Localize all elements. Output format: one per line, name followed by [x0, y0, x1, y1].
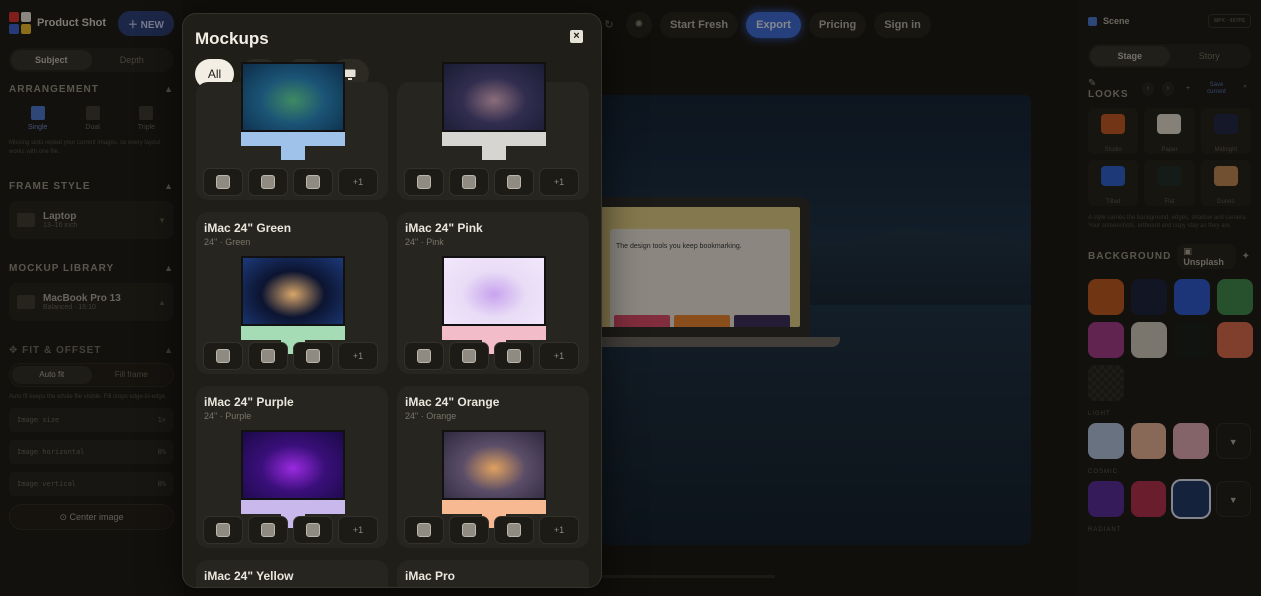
- color-variant-button[interactable]: [293, 516, 333, 544]
- color-variant-button[interactable]: [449, 168, 489, 196]
- color-variant-button[interactable]: [494, 168, 534, 196]
- color-variant-button[interactable]: [248, 168, 288, 196]
- color-swatch-icon: [507, 175, 521, 189]
- color-variant-button[interactable]: [404, 516, 444, 544]
- mockup-subtitle: 24" · Purple: [204, 411, 252, 421]
- mockup-name: iMac 24" Yellow: [204, 569, 294, 583]
- mockup-card[interactable]: +1: [397, 62, 589, 200]
- imac-chin: [442, 326, 546, 340]
- color-variant-button[interactable]: [203, 168, 243, 196]
- imac-preview: [241, 62, 345, 160]
- color-variant-button[interactable]: [494, 516, 534, 544]
- imac-screen: [241, 62, 345, 132]
- color-variants: +1: [203, 516, 378, 544]
- color-variant-button[interactable]: [449, 516, 489, 544]
- imac-screen: [442, 256, 546, 326]
- color-swatch-icon: [261, 175, 275, 189]
- color-swatch-icon: [216, 349, 230, 363]
- mockup-card[interactable]: +1: [196, 62, 388, 200]
- imac-screen: [241, 256, 345, 326]
- imac-chin: [241, 132, 345, 146]
- color-variant-button[interactable]: [248, 516, 288, 544]
- color-swatch-icon: [261, 523, 275, 537]
- color-variant-button[interactable]: [404, 168, 444, 196]
- color-variant-button[interactable]: [293, 342, 333, 370]
- imac-chin: [442, 132, 546, 146]
- mockup-card[interactable]: iMac 24" Green 24" · Green +1: [196, 212, 388, 374]
- imac-preview: [241, 430, 345, 528]
- color-variant-button[interactable]: [203, 342, 243, 370]
- imac-preview: [442, 430, 546, 528]
- color-variant-button[interactable]: [449, 342, 489, 370]
- mockup-card[interactable]: iMac 24" Pink 24" · Pink +1: [397, 212, 589, 374]
- mockup-subtitle: 24" · Pink: [405, 237, 444, 247]
- color-swatch-icon: [261, 349, 275, 363]
- color-variant-button[interactable]: [248, 342, 288, 370]
- color-swatch-icon: [462, 349, 476, 363]
- color-swatch-icon: [306, 349, 320, 363]
- color-swatch-icon: [507, 523, 521, 537]
- color-variants: +1: [404, 516, 579, 544]
- color-swatch-icon: [417, 175, 431, 189]
- color-variants: +1: [404, 342, 579, 370]
- close-icon[interactable]: ×: [570, 30, 583, 43]
- mockup-name: iMac 24" Orange: [405, 395, 500, 409]
- imac-preview: [442, 62, 546, 160]
- mockup-card[interactable]: iMac 24" Orange 24" · Orange +1: [397, 386, 589, 548]
- imac-screen: [442, 62, 546, 132]
- imac-chin: [442, 500, 546, 514]
- mockup-card[interactable]: iMac 24" Purple 24" · Purple +1: [196, 386, 388, 548]
- color-swatch-icon: [507, 349, 521, 363]
- mockup-card[interactable]: iMac 24" Yellow: [196, 560, 388, 587]
- imac-stand: [482, 146, 506, 160]
- mockup-name: iMac 24" Pink: [405, 221, 483, 235]
- color-variants: +1: [203, 342, 378, 370]
- color-swatch-icon: [417, 349, 431, 363]
- imac-screen: [241, 430, 345, 500]
- color-swatch-icon: [462, 175, 476, 189]
- color-swatch-icon: [216, 175, 230, 189]
- imac-screen: [442, 430, 546, 500]
- color-swatch-icon: [306, 523, 320, 537]
- color-variant-button[interactable]: [203, 516, 243, 544]
- filter-all-label: All: [207, 67, 222, 81]
- more-variants-button[interactable]: +1: [338, 342, 378, 370]
- more-variants-button[interactable]: +1: [539, 342, 579, 370]
- color-variant-button[interactable]: [494, 342, 534, 370]
- mockup-subtitle: 24" · Orange: [405, 411, 457, 421]
- modal-title: Mockups: [195, 29, 269, 48]
- color-variant-button[interactable]: [293, 168, 333, 196]
- color-swatch-icon: [306, 175, 320, 189]
- mockup-card[interactable]: iMac Pro: [397, 560, 589, 587]
- mockup-name: iMac Pro: [405, 569, 456, 583]
- imac-preview: [241, 256, 345, 354]
- color-swatch-icon: [216, 523, 230, 537]
- color-swatch-icon: [462, 523, 476, 537]
- imac-stand: [281, 146, 305, 160]
- color-variants: +1: [203, 168, 378, 196]
- color-variant-button[interactable]: [404, 342, 444, 370]
- imac-chin: [241, 326, 345, 340]
- more-variants-button[interactable]: +1: [539, 168, 579, 196]
- mockups-modal: Mockups × All +1 +1 iMac 24" Green 24" · Gr…: [182, 13, 602, 588]
- mockup-subtitle: 24" · Green: [204, 237, 251, 247]
- imac-preview: [442, 256, 546, 354]
- color-swatch-icon: [417, 523, 431, 537]
- more-variants-button[interactable]: +1: [338, 516, 378, 544]
- imac-chin: [241, 500, 345, 514]
- color-variants: +1: [404, 168, 579, 196]
- mockup-name: iMac 24" Green: [204, 221, 292, 235]
- more-variants-button[interactable]: +1: [539, 516, 579, 544]
- mockup-name: iMac 24" Purple: [204, 395, 294, 409]
- more-variants-button[interactable]: +1: [338, 168, 378, 196]
